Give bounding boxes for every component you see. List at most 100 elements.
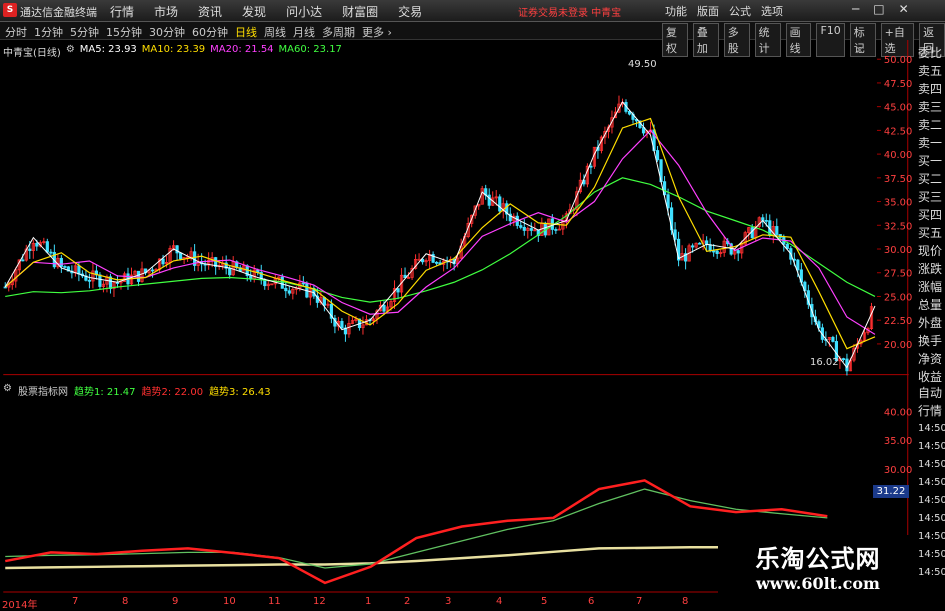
title-bar: S 通达信金融终端 行情 市场 资讯 发现 问小达 财富圈 交易 证券交易未登录…: [0, 0, 945, 22]
y-tick-label: 37.50: [884, 174, 912, 185]
candle-body: [35, 242, 39, 247]
candle-body: [49, 251, 53, 254]
order-label: 买一: [918, 154, 943, 168]
high-price-label: 49.50: [628, 59, 657, 70]
tab-weekly[interactable]: 周线: [264, 24, 286, 40]
x-tick: 5: [541, 596, 548, 607]
window-controls: ─ □ ✕: [852, 2, 909, 16]
trend1-line: [5, 488, 828, 569]
tab-intraday[interactable]: 分时: [5, 24, 27, 40]
menu-info[interactable]: 资讯: [198, 3, 222, 20]
y-tick-label: 40.00: [884, 150, 912, 161]
menu-fortune[interactable]: 财富圈: [342, 3, 378, 20]
period-toolbar: 分时 1分钟 5分钟 15分钟 30分钟 60分钟 日线 周线 月线 多周期 更…: [0, 22, 945, 57]
tab-monthly[interactable]: 月线: [293, 24, 315, 40]
order-label: 买二: [918, 172, 943, 186]
ma5-line: [4, 101, 876, 369]
ma5-label: MA5: 23.93: [79, 44, 137, 55]
tick-time: 14:50: [918, 459, 945, 470]
candle-body: [287, 290, 291, 294]
candle-body: [340, 320, 344, 329]
period-tabs: 分时 1分钟 5分钟 15分钟 30分钟 60分钟 日线 周线 月线 多周期 更…: [5, 24, 392, 40]
settings-icon[interactable]: ⚙: [3, 383, 12, 398]
menu-assistant[interactable]: 问小达: [286, 3, 322, 20]
candle-body: [175, 245, 179, 254]
tick-time: 14:50: [918, 441, 945, 452]
tick-panel: 自动 行情 14:50 14:50 14:50 14:50 14:50 14:5…: [918, 384, 945, 582]
tick-time: 14:50: [918, 513, 945, 524]
x-tick: 12: [313, 596, 326, 607]
y-tick-label: 45.00: [884, 103, 912, 114]
tick-time: 14:50: [918, 567, 945, 578]
trend2-label: 趋势2: 22.00: [141, 387, 204, 398]
menu-formula[interactable]: 公式: [729, 3, 751, 19]
menu-quote[interactable]: 行情: [110, 3, 134, 20]
y-tick-label: 50.00: [884, 55, 912, 66]
y-tick-label: 35.00: [884, 198, 912, 209]
candle-body: [87, 279, 92, 282]
ma60-label: MA60: 23.17: [278, 44, 342, 55]
y-tick-label: 20.00: [884, 340, 912, 351]
sub-y-tick-label: 35.00: [884, 436, 912, 447]
order-label: 卖五: [918, 64, 943, 78]
order-label: 卖三: [918, 100, 943, 114]
ma10-line: [4, 117, 876, 350]
candle-body: [698, 242, 702, 245]
trend3-line: [5, 546, 828, 570]
settings-icon[interactable]: ⚙: [66, 44, 75, 59]
menu-discover[interactable]: 发现: [242, 3, 266, 20]
tab-15min[interactable]: 15分钟: [106, 24, 142, 40]
ma20-label: MA20: 21.54: [210, 44, 274, 55]
candle-body: [179, 252, 183, 260]
candle-body: [382, 304, 386, 312]
menu-market[interactable]: 市场: [154, 3, 178, 20]
maximize-icon[interactable]: □: [873, 2, 884, 16]
tab-5min[interactable]: 5分钟: [70, 24, 99, 40]
x-tick: 7: [72, 596, 79, 607]
candle-body: [796, 259, 800, 271]
tick-label: 行情: [918, 404, 943, 418]
candle-body: [529, 228, 533, 231]
order-label: 卖二: [918, 118, 943, 132]
candle-body: [284, 287, 288, 292]
candle-body: [691, 245, 695, 248]
tab-1min[interactable]: 1分钟: [34, 24, 63, 40]
tab-daily[interactable]: 日线: [235, 24, 257, 40]
close-panel-icon[interactable]: ✕: [855, 44, 864, 57]
x-tick: 6: [588, 596, 595, 607]
x-tick: 4: [496, 596, 503, 607]
tab-60min[interactable]: 60分钟: [192, 24, 228, 40]
order-label: 总量: [918, 298, 943, 312]
candle-body: [841, 358, 846, 360]
x-tick: 11: [268, 596, 281, 607]
y-tick-label: 25.00: [884, 292, 912, 303]
tab-30min[interactable]: 30分钟: [149, 24, 185, 40]
tick-time: 14:50: [918, 477, 945, 488]
close-icon[interactable]: ✕: [899, 2, 909, 16]
candle-body: [831, 336, 835, 342]
app-title: 通达信金融终端: [20, 6, 97, 19]
order-label: 现价: [918, 244, 943, 258]
watermark: 乐淘公式网 www.60lt.com: [718, 535, 918, 609]
y-tick-label: 42.50: [884, 126, 912, 137]
tab-more[interactable]: 更多 ›: [362, 24, 392, 40]
menu-options[interactable]: 选项: [761, 3, 783, 19]
menu-layout[interactable]: 版面: [697, 3, 719, 19]
order-label: 外盘: [918, 316, 943, 330]
login-status[interactable]: 证券交易未登录 中青宝: [518, 4, 621, 19]
candle-body: [417, 258, 421, 261]
indicator-legend: ⚙ 股票指标网 趋势1: 21.47 趋势2: 22.00 趋势3: 26.43: [3, 383, 271, 398]
menu-trade[interactable]: 交易: [398, 3, 422, 20]
order-label: 买五: [918, 226, 943, 240]
menu-function[interactable]: 功能: [665, 3, 687, 19]
tab-multi-period[interactable]: 多周期: [322, 24, 355, 40]
main-legend: 中青宝(日线) ⚙ MA5: 23.93 MA10: 23.39 MA20: 2…: [3, 44, 342, 59]
candle-body: [3, 286, 7, 289]
ma60-line: [5, 177, 876, 303]
kline-chart[interactable]: 50.00 47.50 45.00 42.50 40.00 37.50 35.00 32.50…: [0, 40, 912, 596]
candle-body: [655, 150, 660, 161]
minimize-icon[interactable]: ─: [852, 2, 859, 16]
order-label: 买三: [918, 190, 943, 204]
candle-body: [28, 248, 32, 252]
candle-body: [301, 282, 305, 285]
